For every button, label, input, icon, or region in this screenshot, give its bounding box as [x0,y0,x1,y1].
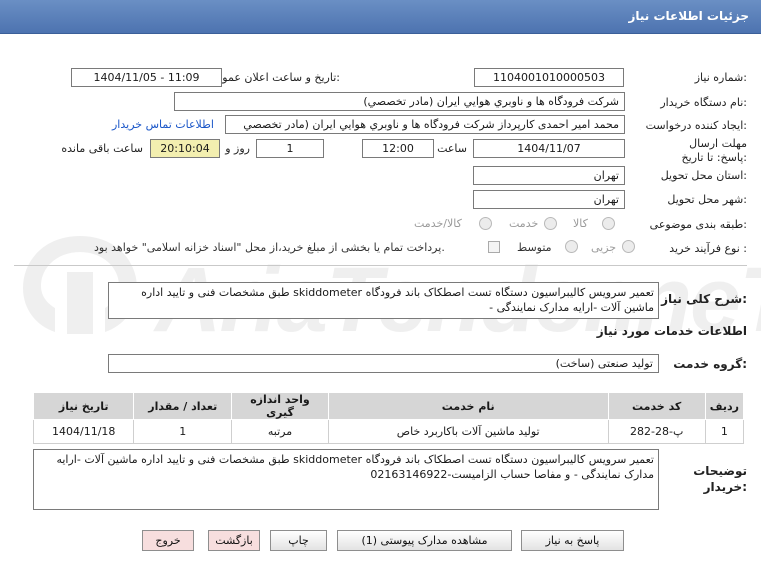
deadline-time-label: ساعت [437,142,467,155]
process-radio-medium[interactable] [565,240,578,253]
category-radio-goods[interactable] [602,217,615,230]
announce-datetime-field: 1404/11/05 - 11:09 [71,68,222,87]
buyer-org-label: نام دستگاه خریدار: [660,96,747,109]
remaining-time-label: ساعت باقی مانده [61,142,143,155]
exit-button[interactable]: خروج [142,530,194,551]
cell-service-name: تولید ماشین آلات باکاربرد خاص [327,419,609,444]
cell-service-code: پ-28-282 [607,419,706,444]
col-header-service-name: نام خدمت [327,392,609,420]
treasury-payment-checkbox[interactable] [488,241,500,253]
col-header-quantity: تعداد / مقدار [133,392,233,420]
buyer-contact-link[interactable]: اطلاعات تماس خریدار [112,118,214,131]
back-button[interactable]: بازگشت [208,530,260,551]
category-label: طبقه بندی موضوعی: [649,218,747,231]
services-table: ردیف کد خدمت نام خدمت واحد اندازه گیری ت… [32,392,745,444]
process-option-minor: جزیی [591,241,617,254]
service-group-field: تولید صنعتی (ساخت) [108,354,659,373]
need-number-label: شماره نیاز: [694,71,747,84]
buyer-org-field: شرکت فرودگاه ها و ناوبري هوايي ايران (ما… [174,92,625,111]
page-title: جزئیات اطلاعات نیاز [628,9,749,23]
creator-label: ایجاد کننده درخواست: [645,119,747,132]
col-header-service-code: کد خدمت [607,392,706,420]
view-attachments-button[interactable]: مشاهده مدارک پیوستی (1) [337,530,512,551]
treasury-payment-note: پرداخت تمام یا بخشی از مبلغ خرید،از محل … [94,241,445,254]
days-label: روز و [225,142,250,155]
buyer-notes-label: توضیحات خریدار: [693,464,747,494]
cell-row-number: 1 [704,419,745,444]
remaining-time-field: 20:10:04 [150,139,220,158]
deadline-time-field: 12:00 [362,139,434,158]
city-field: تهران [473,190,625,209]
process-option-medium: متوسط [517,241,552,254]
cell-unit: مرتبه [231,419,329,444]
table-header-row: ردیف کد خدمت نام خدمت واحد اندازه گیری ت… [32,392,745,420]
category-radio-goods-service[interactable] [479,217,492,230]
category-option-service: خدمت [509,217,539,230]
creator-field: محمد امیر احمدی کارپرداز شرکت فرودگاه ها… [225,115,625,134]
summary-text: تعمیر سرویس کالیبراسیون دستگاه تست اصطکا… [108,282,659,319]
need-number-field: 1104001010000503 [474,68,624,87]
print-button[interactable]: چاپ [270,530,327,551]
col-header-row-number: ردیف [704,392,745,420]
col-header-unit: واحد اندازه گیری [231,392,329,420]
category-option-goods: کالا [573,217,588,230]
service-group-label: گروه خدمت: [673,357,747,371]
process-type-label: نوع فرآیند خرید : [669,242,747,255]
col-header-need-date: تاریخ نیاز [32,392,135,420]
title-bar: جزئیات اطلاعات نیاز [0,0,761,34]
summary-label: شرح کلی نیاز: [661,292,747,306]
deadline-label: مهلت ارسال پاسخ: تا تاریخ: [681,137,747,164]
buyer-notes-text: تعمیر سرویس کالیبراسیون دستگاه تست اصطکا… [33,449,659,510]
province-field: تهران [473,166,625,185]
section-divider [14,265,747,266]
days-remaining-field: 1 [256,139,324,158]
table-row: 1 پ-28-282 تولید ماشین آلات باکاربرد خاص… [32,419,745,444]
city-label: شهر محل تحویل: [667,193,747,206]
process-radio-minor[interactable] [622,240,635,253]
reply-button[interactable]: پاسخ به نیاز [521,530,624,551]
deadline-date-field: 1404/11/07 [473,139,625,158]
announce-datetime-label: تاریخ و ساعت اعلان عمومی: [207,71,340,84]
cell-need-date: 1404/11/18 [32,419,135,444]
category-option-goods-service: کالا/خدمت [414,217,462,230]
category-radio-service[interactable] [544,217,557,230]
cell-quantity: 1 [133,419,233,444]
province-label: استان محل تحویل: [660,169,747,182]
services-section-title: اطلاعات خدمات مورد نیاز [596,324,747,338]
